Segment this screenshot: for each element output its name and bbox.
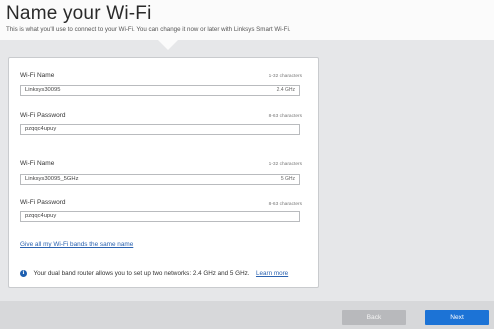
next-button[interactable]: Next (425, 310, 489, 325)
page-title: Name your Wi-Fi (6, 3, 152, 24)
band-label: 2.4 GHz (276, 87, 295, 93)
footer-bar: Back Next (0, 301, 494, 329)
info-text: Your dual band router allows you to set … (33, 270, 250, 278)
wifi-settings-card: Wi-Fi Name 1-32 characters Linksys30095 … (8, 57, 319, 288)
header-pointer (158, 40, 178, 50)
wifi-name-label: Wi-Fi Name (20, 160, 55, 167)
wifi-password-hint: 8-63 characters (268, 202, 302, 207)
wifi-password-label: Wi-Fi Password (20, 199, 66, 206)
wifi-name-hint: 1-32 characters (268, 162, 302, 167)
wifi-password-field-5ghz[interactable]: pzqqc4upuy (20, 211, 300, 222)
wifi-name-label: Wi-Fi Name (20, 72, 55, 79)
wifi-password-label: Wi-Fi Password (20, 112, 66, 119)
wifi-password-value: pzqqc4upuy (25, 126, 57, 132)
page-header: Name your Wi-Fi This is what you'll use … (0, 0, 494, 40)
same-name-link[interactable]: Give all my Wi-Fi bands the same name (20, 241, 133, 248)
wifi-name-value: Linksys30095_5GHz (25, 176, 79, 182)
wifi-name-field-5ghz[interactable]: Linksys30095_5GHz 5 GHz (20, 174, 300, 185)
learn-more-link[interactable]: Learn more (256, 270, 288, 277)
wifi-password-value: pzqqc4upuy (25, 213, 57, 219)
wifi-name-value: Linksys30095 (25, 87, 61, 93)
wifi-password-field-24ghz[interactable]: pzqqc4upuy (20, 124, 300, 135)
back-button[interactable]: Back (342, 310, 406, 325)
wifi-password-hint: 8-63 characters (268, 114, 302, 119)
wifi-name-field-24ghz[interactable]: Linksys30095 2.4 GHz (20, 85, 300, 96)
wifi-name-hint: 1-32 characters (268, 74, 302, 79)
info-message: i Your dual band router allows you to se… (20, 265, 288, 278)
page-subtitle: This is what you'll use to connect to yo… (6, 26, 291, 33)
band-label: 5 GHz (280, 176, 295, 182)
info-icon: i (20, 270, 27, 278)
